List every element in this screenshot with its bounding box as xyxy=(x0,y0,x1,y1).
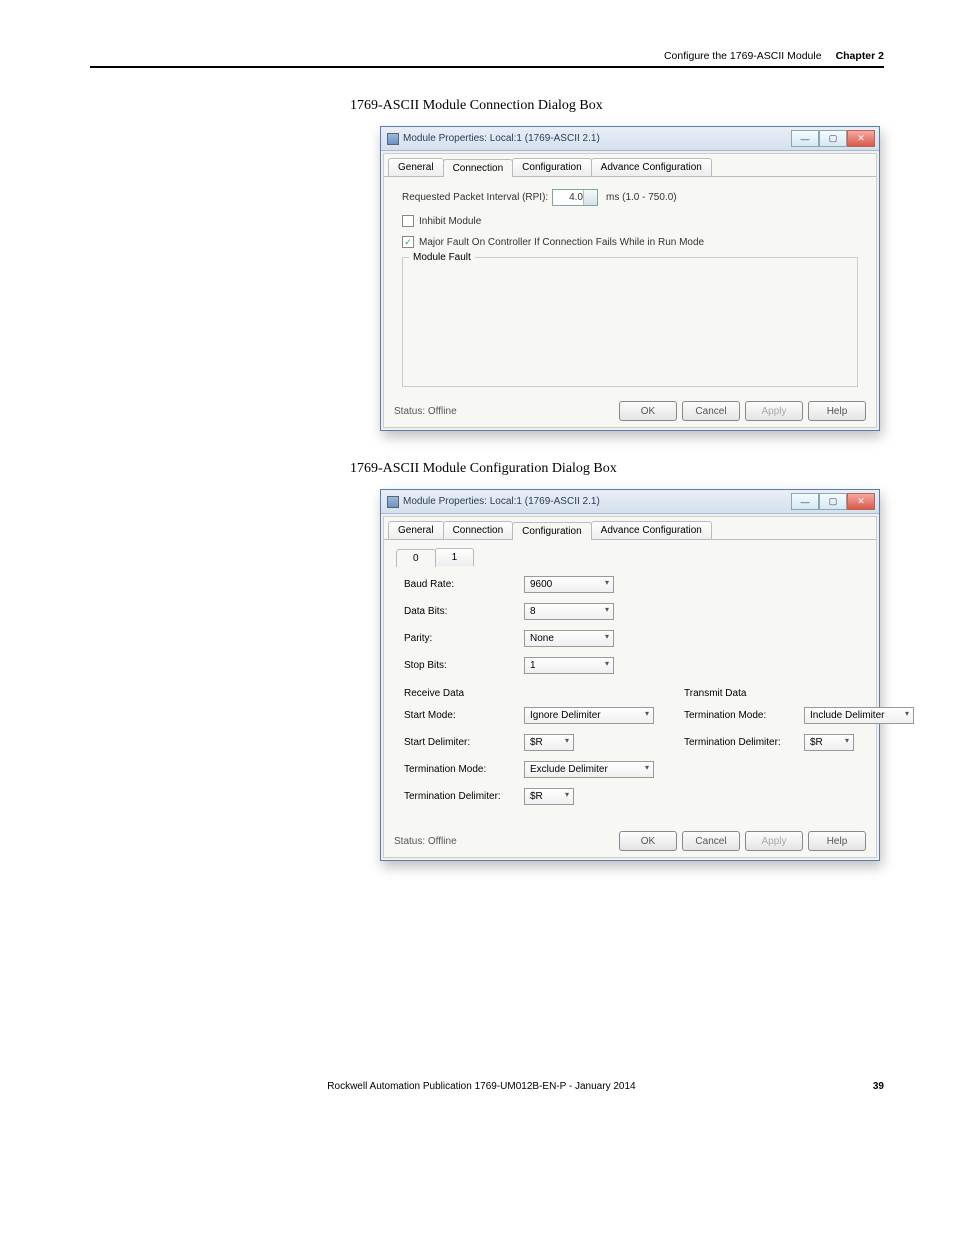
app-icon xyxy=(387,496,399,508)
receive-header: Receive Data xyxy=(404,688,654,699)
stopbits-value: 1 xyxy=(530,660,536,671)
minimize-button-2[interactable]: — xyxy=(791,493,819,510)
tab-connection-2[interactable]: Connection xyxy=(443,521,514,539)
startmode-label: Start Mode: xyxy=(404,710,524,721)
status-text-2: Status: Offline xyxy=(394,836,457,847)
databits-select[interactable]: 8 xyxy=(524,603,614,620)
rx-termmode-value: Exclude Delimiter xyxy=(530,764,608,775)
maximize-button[interactable]: ▢ xyxy=(819,130,847,147)
figure2-title: 1769-ASCII Module Configuration Dialog B… xyxy=(350,461,884,477)
connection-dialog: Module Properties: Local:1 (1769-ASCII 2… xyxy=(380,126,880,431)
minimize-button[interactable]: — xyxy=(791,130,819,147)
window-title: Module Properties: Local:1 (1769-ASCII 2… xyxy=(403,133,600,144)
stopbits-label: Stop Bits: xyxy=(404,660,524,671)
rx-termdelim-select[interactable]: $R xyxy=(524,788,574,805)
channel-subtabs: 0 1 xyxy=(384,540,876,566)
app-icon xyxy=(387,133,399,145)
subtab-1[interactable]: 1 xyxy=(435,548,475,566)
tx-termdelim-select[interactable]: $R xyxy=(804,734,854,751)
tab-strip: General Connection Configuration Advance… xyxy=(384,154,876,177)
figure1-title: 1769-ASCII Module Connection Dialog Box xyxy=(350,98,884,114)
tx-termdelim-label: Termination Delimiter: xyxy=(684,737,804,748)
databits-label: Data Bits: xyxy=(404,606,524,617)
subtab-0[interactable]: 0 xyxy=(396,549,436,567)
tx-termmode-select[interactable]: Include Delimiter xyxy=(804,707,914,724)
parity-label: Parity: xyxy=(404,633,524,644)
apply-button-2[interactable]: Apply xyxy=(745,831,803,851)
inhibit-label: Inhibit Module xyxy=(419,216,481,227)
baud-label: Baud Rate: xyxy=(404,579,524,590)
baud-value: 9600 xyxy=(530,579,552,590)
close-button[interactable]: ✕ xyxy=(847,130,875,147)
help-button-2[interactable]: Help xyxy=(808,831,866,851)
titlebar[interactable]: Module Properties: Local:1 (1769-ASCII 2… xyxy=(381,127,879,151)
apply-button[interactable]: Apply xyxy=(745,401,803,421)
tab-configuration[interactable]: Configuration xyxy=(512,158,591,176)
majorfault-label: Major Fault On Controller If Connection … xyxy=(419,237,704,248)
startdelim-select[interactable]: $R xyxy=(524,734,574,751)
modulefault-group: Module Fault xyxy=(402,257,858,387)
rpi-label: Requested Packet Interval (RPI): xyxy=(402,192,552,203)
rpi-range: ms (1.0 - 750.0) xyxy=(606,192,677,203)
tab-configuration-2[interactable]: Configuration xyxy=(512,522,591,540)
transmit-header: Transmit Data xyxy=(684,688,914,699)
rx-termmode-label: Termination Mode: xyxy=(404,764,524,775)
ok-button[interactable]: OK xyxy=(619,401,677,421)
header-title: Configure the 1769-ASCII Module xyxy=(664,50,822,62)
header-chapter: Chapter 2 xyxy=(836,50,884,62)
cancel-button-2[interactable]: Cancel xyxy=(682,831,740,851)
rx-termmode-select[interactable]: Exclude Delimiter xyxy=(524,761,654,778)
parity-select[interactable]: None xyxy=(524,630,614,647)
tab-advance[interactable]: Advance Configuration xyxy=(591,158,712,176)
startmode-select[interactable]: Ignore Delimiter xyxy=(524,707,654,724)
startmode-value: Ignore Delimiter xyxy=(530,710,601,721)
rpi-spinner[interactable]: 4.0 xyxy=(552,189,598,206)
tx-termdelim-value: $R xyxy=(810,737,823,748)
baud-select[interactable]: 9600 xyxy=(524,576,614,593)
window-title-2: Module Properties: Local:1 (1769-ASCII 2… xyxy=(403,496,600,507)
status-text: Status: Offline xyxy=(394,406,457,417)
ok-button-2[interactable]: OK xyxy=(619,831,677,851)
rx-termdelim-value: $R xyxy=(530,791,543,802)
rx-termdelim-label: Termination Delimiter: xyxy=(404,791,524,802)
tab-advance-2[interactable]: Advance Configuration xyxy=(591,521,712,539)
tab-strip-2: General Connection Configuration Advance… xyxy=(384,517,876,540)
startdelim-value: $R xyxy=(530,737,543,748)
tab-connection[interactable]: Connection xyxy=(443,159,514,177)
configuration-dialog: Module Properties: Local:1 (1769-ASCII 2… xyxy=(380,489,880,861)
publication-info: Rockwell Automation Publication 1769-UM0… xyxy=(327,1081,635,1092)
close-button-2[interactable]: ✕ xyxy=(847,493,875,510)
page-footer: Rockwell Automation Publication 1769-UM0… xyxy=(90,1081,884,1092)
page-number: 39 xyxy=(873,1081,884,1092)
tab-general[interactable]: General xyxy=(388,158,444,176)
page-header: Configure the 1769-ASCII Module Chapter … xyxy=(90,50,884,68)
parity-value: None xyxy=(530,633,554,644)
inhibit-checkbox[interactable] xyxy=(402,215,414,227)
rpi-value: 4.0 xyxy=(569,192,583,203)
modulefault-legend: Module Fault xyxy=(409,252,475,263)
stopbits-select[interactable]: 1 xyxy=(524,657,614,674)
databits-value: 8 xyxy=(530,606,536,617)
tx-termmode-value: Include Delimiter xyxy=(810,710,884,721)
help-button[interactable]: Help xyxy=(808,401,866,421)
tx-termmode-label: Termination Mode: xyxy=(684,710,804,721)
startdelim-label: Start Delimiter: xyxy=(404,737,524,748)
cancel-button[interactable]: Cancel xyxy=(682,401,740,421)
titlebar-2[interactable]: Module Properties: Local:1 (1769-ASCII 2… xyxy=(381,490,879,514)
maximize-button-2[interactable]: ▢ xyxy=(819,493,847,510)
majorfault-checkbox[interactable]: ✓ xyxy=(402,236,414,248)
tab-general-2[interactable]: General xyxy=(388,521,444,539)
